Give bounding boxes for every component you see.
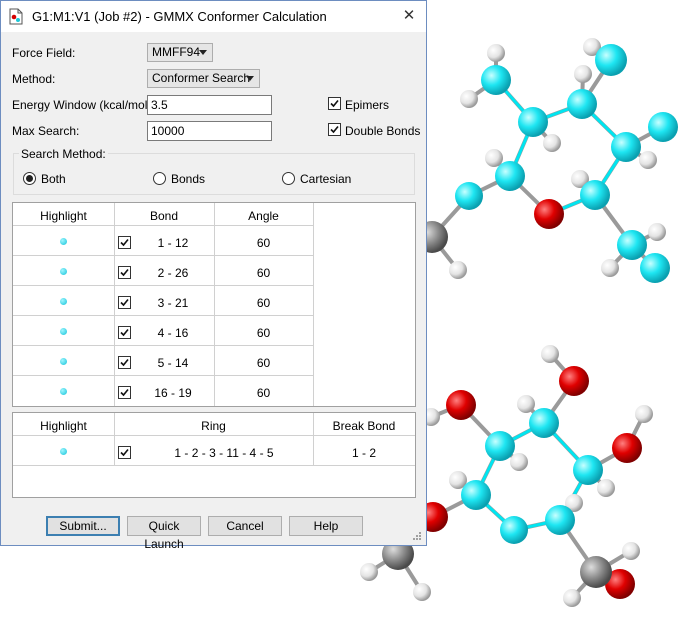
method-label: Method: (12, 72, 56, 86)
radio-bonds[interactable] (153, 172, 166, 185)
bond-checkbox[interactable] (118, 386, 131, 399)
column-header-bond: Bond (149, 209, 179, 223)
title-bar[interactable]: G1:M1:V1 (Job #2) - GMMX Conformer Calcu… (1, 1, 426, 32)
highlight-dot-icon[interactable] (60, 358, 67, 365)
bond-value: 2 - 26 (157, 266, 189, 280)
bond-checkbox[interactable] (118, 236, 131, 249)
max-search-input[interactable] (147, 121, 272, 141)
angle-value: 60 (256, 386, 271, 400)
help-button[interactable]: Help (289, 516, 363, 536)
window-title: G1:M1:V1 (Job #2) - GMMX Conformer Calcu… (32, 9, 327, 24)
method-value: Conformer Search (152, 71, 251, 85)
radio-cartesian-label: Cartesian (300, 172, 352, 186)
double-bonds-checkbox[interactable] (328, 123, 341, 136)
highlight-dot-icon[interactable] (60, 448, 67, 455)
ring-value: 1 - 2 - 3 - 11 - 4 - 5 (174, 446, 274, 460)
row-divider (13, 465, 415, 466)
energy-window-label: Energy Window (kcal/mol): (12, 98, 155, 112)
highlight-dot-icon[interactable] (60, 268, 67, 275)
column-header-highlight: Highlight (40, 419, 87, 433)
checkmark-icon (120, 268, 129, 277)
dropdown-arrow-icon (246, 76, 254, 81)
row-divider (13, 435, 415, 436)
method-select[interactable]: Conformer Search (147, 69, 260, 88)
column-header-angle: Angle (248, 209, 279, 223)
bond-checkbox[interactable] (118, 296, 131, 309)
search-method-label: Search Method: (19, 147, 108, 161)
radio-both[interactable] (23, 172, 36, 185)
double-bonds-label: Double Bonds (345, 124, 421, 138)
max-search-label: Max Search: (12, 124, 80, 138)
epimers-label: Epimers (345, 98, 390, 112)
angle-value: 60 (256, 266, 271, 280)
row-divider (13, 375, 313, 376)
angle-value: 60 (256, 326, 271, 340)
force-field-select[interactable]: MMFF94 (147, 43, 213, 62)
bond-value: 5 - 14 (157, 356, 189, 370)
bond-value: 1 - 12 (157, 236, 189, 250)
column-header-break-bond: Break Bond (332, 419, 396, 433)
quick-launch-button[interactable]: Quick Launch (127, 516, 201, 551)
bond-checkbox[interactable] (118, 326, 131, 339)
checkmark-icon (120, 328, 129, 337)
checkmark-icon (120, 298, 129, 307)
bond-checkbox[interactable] (118, 266, 131, 279)
highlight-dot-icon[interactable] (60, 298, 67, 305)
checkmark-icon (120, 388, 129, 397)
column-divider (313, 203, 314, 406)
epimers-checkbox[interactable] (328, 97, 341, 110)
force-field-label: Force Field: (12, 46, 76, 60)
checkmark-icon (120, 448, 129, 457)
radio-bonds-label: Bonds (171, 172, 206, 186)
checkmark-icon (120, 358, 129, 367)
row-divider (13, 225, 313, 226)
dropdown-arrow-icon (199, 50, 207, 55)
cancel-button[interactable]: Cancel (208, 516, 282, 536)
energy-window-input[interactable] (147, 95, 272, 115)
row-divider (13, 315, 313, 316)
checkmark-icon (330, 125, 339, 134)
ring-checkbox[interactable] (118, 446, 131, 459)
row-divider (13, 345, 313, 346)
column-header-ring: Ring (201, 419, 226, 433)
force-field-value: MMFF94 (152, 45, 200, 59)
angle-value: 60 (256, 296, 271, 310)
conformer-dialog: G1:M1:V1 (Job #2) - GMMX Conformer Calcu… (0, 0, 427, 551)
bond-checkbox[interactable] (118, 356, 131, 369)
angle-value: 60 (256, 356, 271, 370)
bond-value: 3 - 21 (157, 296, 189, 310)
bond-table: Highlight Bond Angle 1 - 12 60 2 - 26 60… (12, 202, 416, 407)
submit-button[interactable]: Submit... (46, 516, 120, 536)
close-button[interactable]: ✕ (392, 1, 426, 32)
row-divider (13, 285, 313, 286)
row-divider (13, 255, 313, 256)
break-bond-value: 1 - 2 (351, 446, 376, 460)
angle-value: 60 (256, 236, 271, 250)
highlight-dot-icon[interactable] (60, 388, 67, 395)
bond-value: 16 - 19 (154, 386, 192, 400)
checkmark-icon (330, 99, 339, 108)
ring-table: Highlight Ring Break Bond 1 - 2 - 3 - 11… (12, 412, 416, 498)
radio-cartesian[interactable] (282, 172, 295, 185)
document-icon (9, 8, 23, 25)
column-header-highlight: Highlight (40, 209, 87, 223)
resize-grip-icon[interactable] (412, 531, 422, 541)
highlight-dot-icon[interactable] (60, 328, 67, 335)
highlight-dot-icon[interactable] (60, 238, 67, 245)
radio-both-label: Both (41, 172, 66, 186)
bond-value: 4 - 16 (157, 326, 189, 340)
checkmark-icon (120, 238, 129, 247)
